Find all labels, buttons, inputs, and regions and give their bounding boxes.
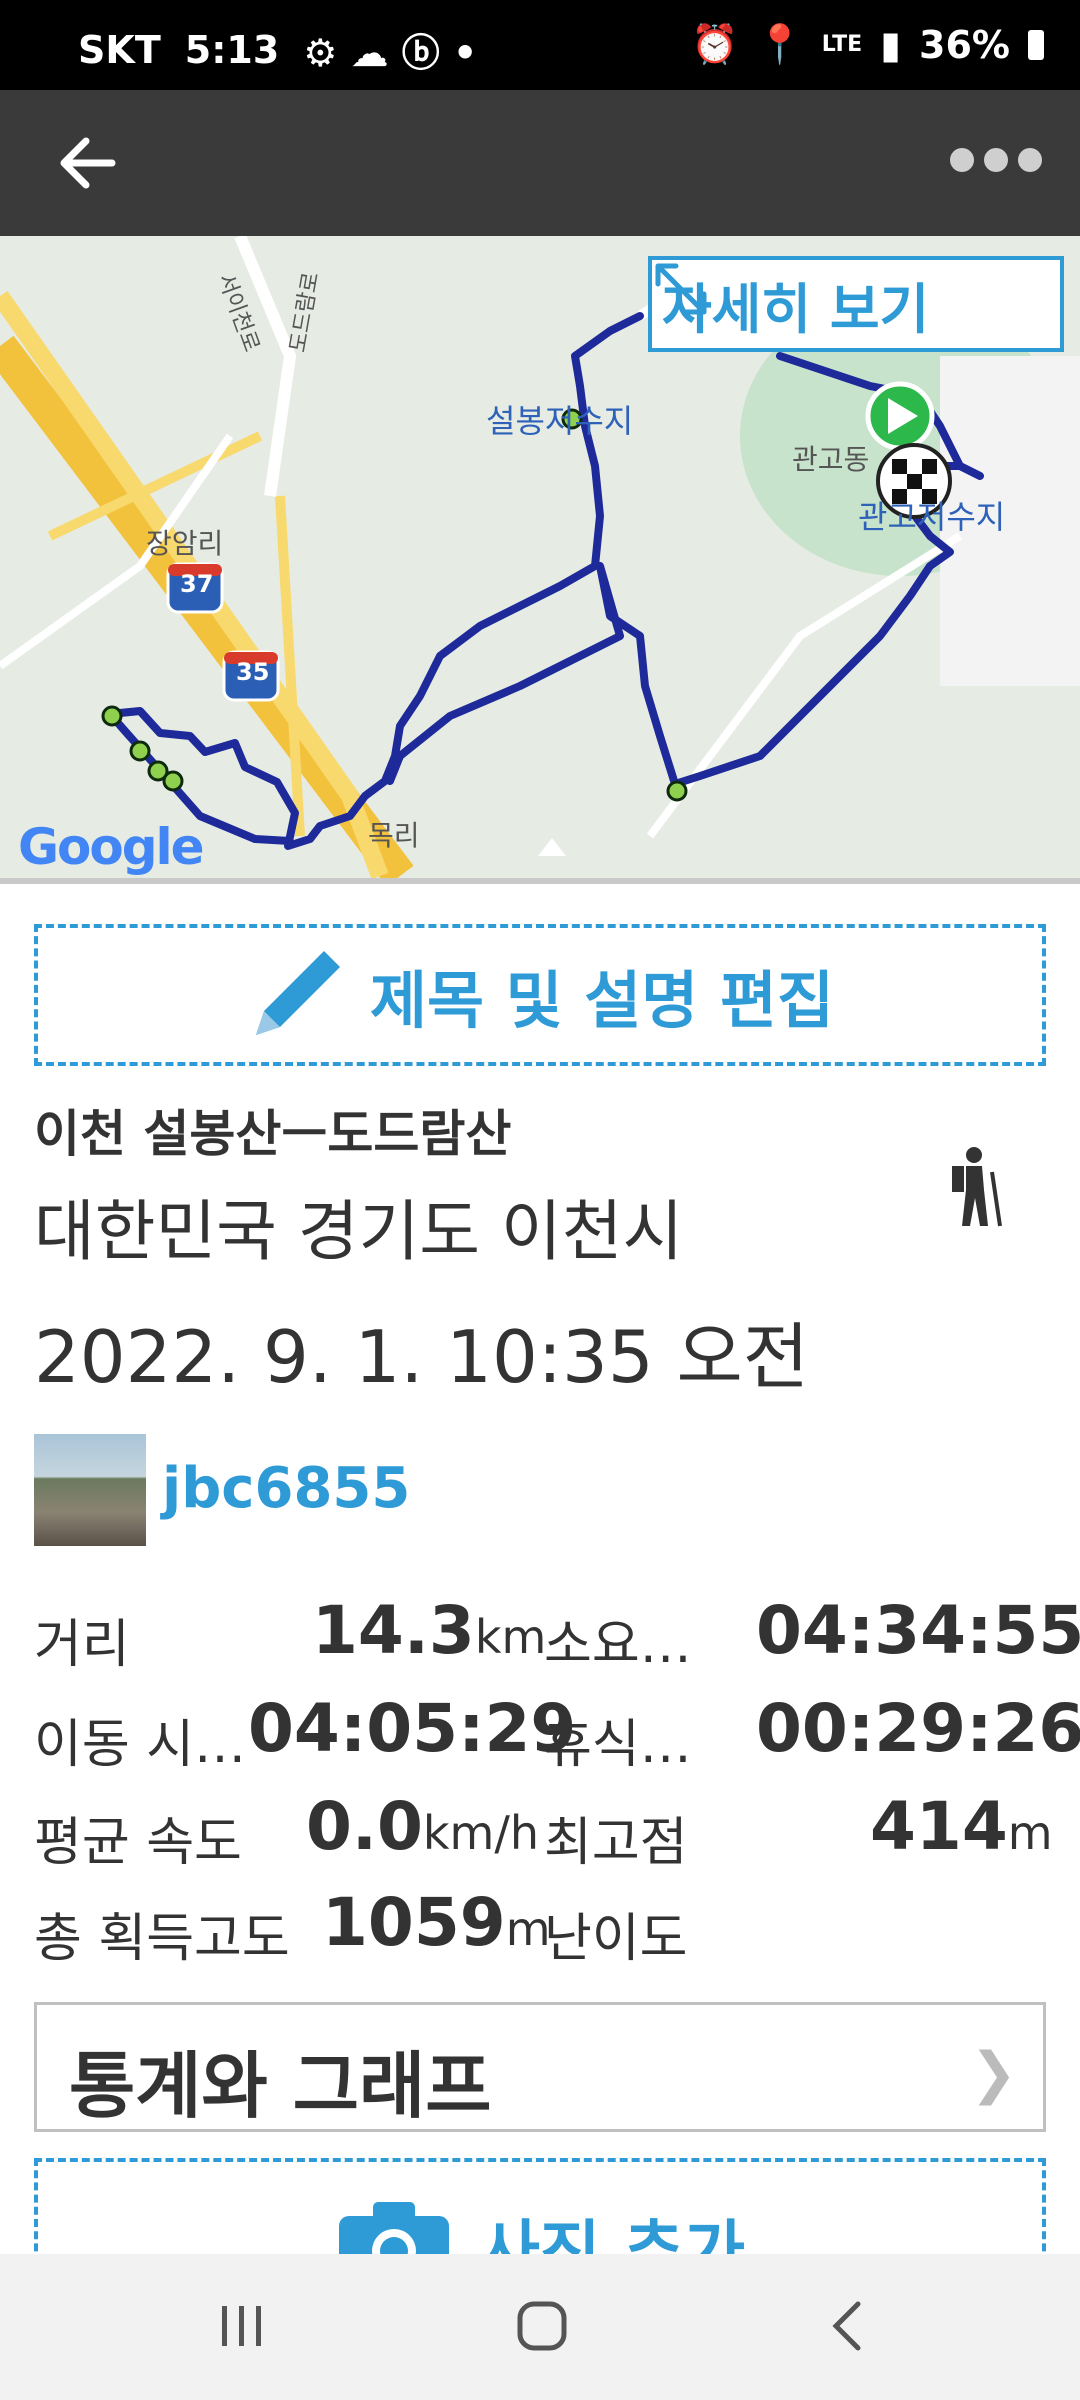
avg-speed-unit: km/h — [422, 1806, 540, 1860]
start-marker-icon — [865, 381, 935, 451]
stats-graphs-label: 통계와 그래프 — [69, 2044, 492, 2128]
route-map[interactable]: 설봉저수지 관고동 관고저수지 장암리 목리 서이천로 도드람로 37 35 자… — [0, 236, 1080, 880]
map-label-reservoir2: 관고저수지 — [858, 498, 1006, 536]
avg-speed-value: 0.0 — [306, 1788, 423, 1865]
username-link[interactable]: jbc6855 — [162, 1456, 410, 1521]
system-nav-bar — [0, 2254, 1080, 2400]
pencil-icon — [255, 951, 340, 1035]
track-title: 이천 설봉산ㅡ도드람산 — [34, 1105, 512, 1163]
more-dots-icon[interactable] — [950, 148, 1042, 172]
signal-icon: ▮ — [880, 22, 902, 67]
rest-time-label: 휴식… — [544, 1715, 692, 1775]
edit-title-description-button[interactable]: 제목 및 설명 편집 — [34, 924, 1046, 1066]
battery-icon — [1028, 29, 1044, 60]
network-label: LTE — [821, 32, 863, 57]
rest-time-value: 00:29:26 — [756, 1690, 1080, 1767]
home-icon[interactable] — [512, 2298, 572, 2354]
max-elevation-value-group: 414m — [870, 1788, 1053, 1865]
duration-value: 04:34:55 — [756, 1592, 1080, 1669]
moving-time-label: 이동 시… — [34, 1715, 247, 1775]
map-detail-button[interactable]: 자세히 보기 — [648, 256, 1064, 352]
chevron-right-icon: ❯ — [970, 2041, 1017, 2106]
distance-value-group: 14.3km — [312, 1592, 546, 1669]
max-elevation-value: 414 — [870, 1788, 1008, 1865]
distance-label: 거리 — [34, 1615, 130, 1675]
max-elevation-unit: m — [1007, 1806, 1053, 1860]
elevation-gain-value: 1059 — [322, 1884, 506, 1961]
location-icon: 📍 — [756, 22, 804, 66]
distance-value: 14.3 — [312, 1592, 475, 1669]
duration-label: 소요… — [544, 1615, 692, 1675]
track-location: 대한민국 경기도 이천시 — [34, 1193, 684, 1270]
route37-label: 37 — [180, 570, 214, 598]
distance-unit: km — [474, 1610, 547, 1664]
recent-apps-icon[interactable] — [212, 2298, 272, 2354]
max-elevation-label: 최고점 — [544, 1813, 688, 1873]
stats-graphs-button[interactable]: 통계와 그래프 ❯ — [34, 2002, 1046, 2132]
back-nav-icon[interactable] — [818, 2298, 878, 2354]
map-label-reservoir1: 설봉저수지 — [486, 402, 634, 440]
google-logo: Google — [18, 818, 205, 876]
route35-label: 35 — [236, 658, 270, 686]
map-divider — [0, 878, 1080, 884]
avg-speed-value-group: 0.0km/h — [306, 1788, 539, 1865]
avg-speed-label: 평균 속도 — [34, 1813, 242, 1873]
edit-label: 제목 및 설명 편집 — [369, 964, 835, 1037]
time-label: 5:13 — [184, 27, 280, 72]
map-label-village2: 목리 — [368, 819, 420, 852]
map-label-village1: 장암리 — [146, 527, 224, 560]
notification-icons: ⚙ ☁ ⓑ • — [303, 31, 478, 75]
alarm-icon: ⏰ — [691, 22, 739, 66]
map-label-district: 관고동 — [792, 443, 870, 476]
elevation-gain-label: 총 획득고도 — [34, 1909, 290, 1969]
track-datetime: 2022. 9. 1. 10:35 오전 — [34, 1315, 810, 1399]
app-bar — [0, 90, 1080, 236]
expand-icon — [655, 263, 707, 315]
elevation-gain-value-group: 1059m — [322, 1884, 551, 1961]
difficulty-label: 난이도 — [544, 1909, 688, 1969]
status-bar: SKT 5:13 ⚙ ☁ ⓑ • ⏰ 📍 LTE ▮ 36% — [0, 0, 1080, 90]
moving-time-value: 04:05:29 — [248, 1690, 577, 1767]
battery-label: 36% — [919, 22, 1010, 67]
back-arrow-icon[interactable] — [52, 128, 122, 198]
carrier-label: SKT — [78, 27, 161, 72]
user-avatar[interactable] — [34, 1434, 146, 1546]
hiking-activity-icon — [952, 1147, 1002, 1227]
